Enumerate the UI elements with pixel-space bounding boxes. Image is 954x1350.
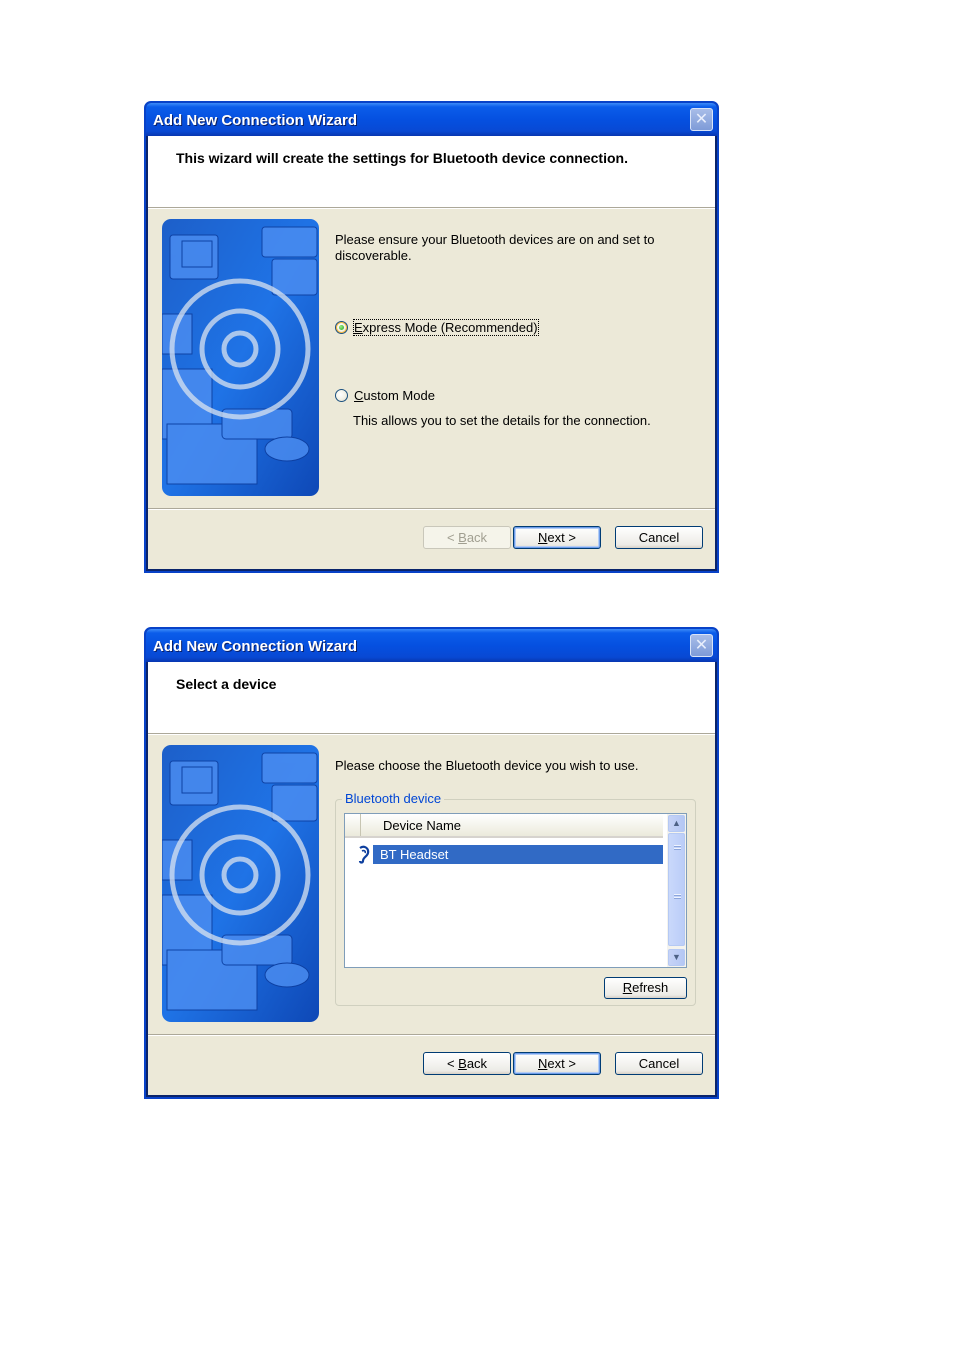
group-label: Bluetooth device	[342, 791, 445, 806]
title-bar[interactable]: Add New Connection Wizard ✕	[146, 103, 717, 136]
device-name[interactable]: BT Headset	[373, 845, 663, 864]
wizard-footer: < Back Next > Cancel	[148, 508, 715, 569]
list-item[interactable]: BT Headset	[345, 845, 663, 864]
vertical-scrollbar[interactable]: ▲ ▼	[667, 814, 686, 967]
wizard-window-mode: Add New Connection Wizard ✕ This wizard …	[144, 101, 719, 573]
wizard-header: Select a device	[148, 662, 715, 734]
refresh-button[interactable]: Refresh	[604, 977, 687, 999]
window-title: Add New Connection Wizard	[153, 638, 358, 655]
express-mode-label[interactable]: Express Mode (Recommended)	[353, 319, 539, 336]
next-button[interactable]: Next >	[513, 1052, 601, 1075]
dialog-body: This wizard will create the settings for…	[148, 136, 715, 569]
scroll-down-button[interactable]: ▼	[668, 949, 685, 966]
title-bar[interactable]: Add New Connection Wizard ✕	[146, 629, 717, 662]
cancel-button[interactable]: Cancel	[615, 1052, 703, 1075]
header-title: This wizard will create the settings for…	[176, 150, 628, 166]
header-title: Select a device	[176, 676, 277, 692]
bluetooth-devices-artwork	[162, 745, 319, 1022]
instructions-text: Please ensure your Bluetooth devices are…	[335, 232, 655, 263]
close-button[interactable]: ✕	[690, 634, 713, 657]
close-icon: ✕	[694, 111, 709, 128]
list-header: Device Name	[345, 814, 663, 838]
device-list[interactable]: Device Name BT Headset ▲ ▼	[344, 813, 687, 968]
custom-mode-label[interactable]: Custom Mode	[354, 388, 435, 403]
custom-mode-radio[interactable]	[335, 389, 348, 402]
wizard-footer: < Back Next > Cancel	[148, 1034, 715, 1095]
headset-icon	[358, 845, 370, 864]
bluetooth-devices-artwork	[162, 219, 319, 496]
express-mode-radio[interactable]	[335, 321, 348, 334]
close-button[interactable]: ✕	[690, 108, 713, 131]
scroll-thumb[interactable]	[668, 833, 685, 946]
column-header-label: Device Name	[383, 818, 462, 833]
dialog-body: Select a device Please choose the Blueto…	[148, 662, 715, 1095]
scroll-up-button[interactable]: ▲	[668, 815, 685, 832]
custom-mode-option[interactable]: Custom Mode	[335, 388, 435, 403]
instructions-text: Please choose the Bluetooth device you w…	[335, 758, 639, 773]
wizard-window-select-device: Add New Connection Wizard ✕ Select a dev…	[144, 627, 719, 1099]
close-icon: ✕	[694, 637, 709, 654]
bluetooth-device-group: Bluetooth device Device Name BT Headset …	[335, 791, 696, 1006]
column-header-device-name[interactable]: Device Name	[360, 814, 678, 836]
chevron-down-icon: ▼	[672, 952, 681, 962]
express-mode-option[interactable]: Express Mode (Recommended)	[335, 319, 539, 336]
wizard-header: This wizard will create the settings for…	[148, 136, 715, 208]
back-button[interactable]: < Back	[423, 1052, 511, 1075]
next-button[interactable]: Next >	[513, 526, 601, 549]
custom-mode-description: This allows you to set the details for t…	[353, 413, 651, 428]
window-title: Add New Connection Wizard	[153, 112, 358, 129]
back-button[interactable]: < Back	[423, 526, 511, 549]
chevron-up-icon: ▲	[672, 818, 681, 828]
cancel-button[interactable]: Cancel	[615, 526, 703, 549]
